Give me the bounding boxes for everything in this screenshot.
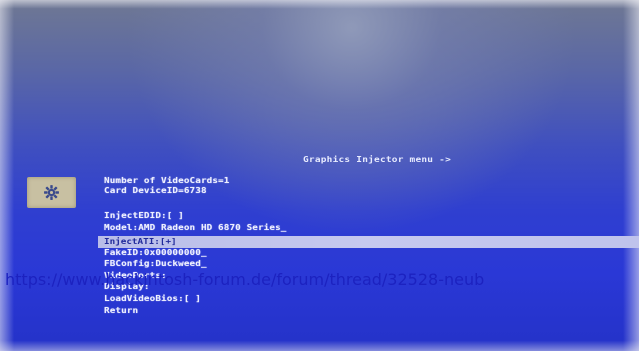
photo-vignette [0,0,639,351]
menu-item-inject-ati-selected[interactable]: InjectATI:[+] [98,236,639,248]
menu-title: Graphics Injector menu -> [303,155,451,164]
menu-item-fakeid[interactable]: FakeID:0x00000000_ [104,248,207,257]
menu-item-return[interactable]: Return [104,306,138,315]
clover-boot-screen: Graphics Injector menu -> Number of Vide… [0,0,639,351]
menu-item-videocards: Number of VideoCards=1 [104,176,230,185]
menu-item-inject-ati-label: InjectATI:[+] [104,237,177,246]
menu-item-deviceid: Card DeviceID=6738 [104,186,207,195]
settings-button[interactable] [27,177,76,208]
menu-item-model[interactable]: Model:AMD Radeon HD 6870 Series_ [104,223,287,232]
menu-item-fbconfig[interactable]: FBConfig:Duckweed_ [104,259,207,268]
gear-icon [44,185,59,200]
menu-item-inject-edid[interactable]: InjectEDID:[ ] [104,211,184,220]
menu-item-load-video-bios[interactable]: LoadVideoBios:[ ] [104,294,201,303]
watermark-url: https://www.hackintosh-forum.de/forum/th… [5,270,485,289]
